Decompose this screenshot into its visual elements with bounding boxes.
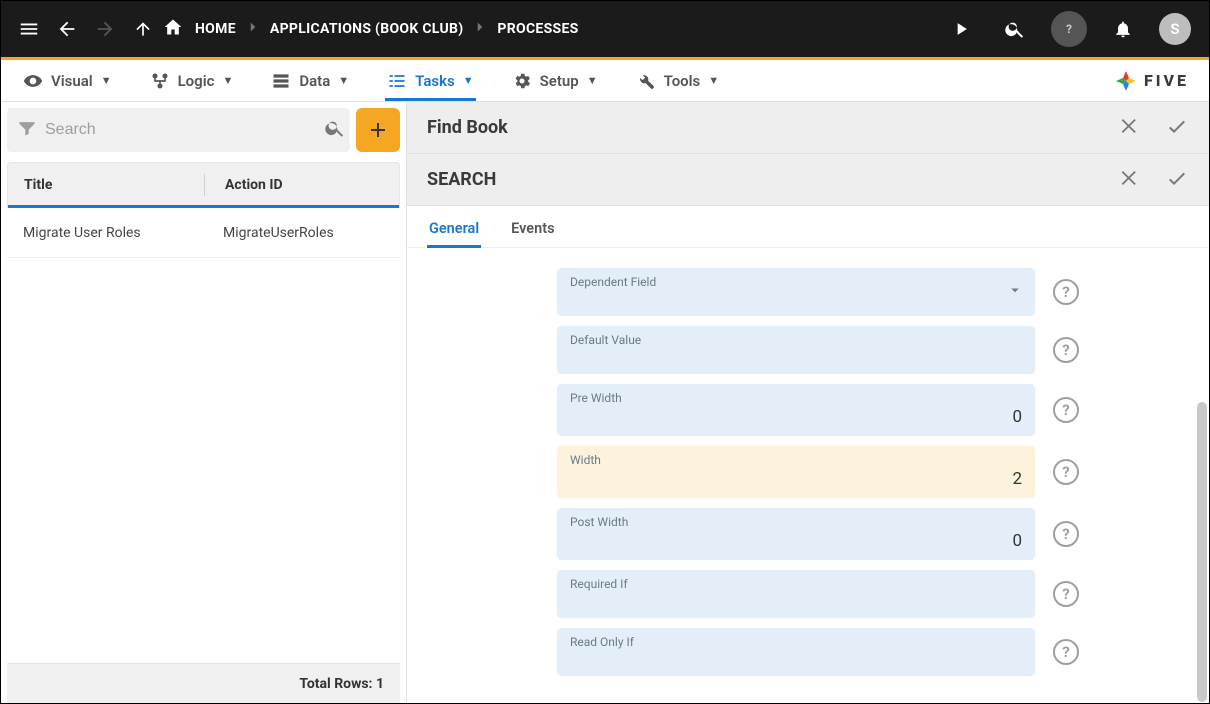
field-label: Required If	[570, 577, 1022, 591]
field-label: Width	[570, 453, 1022, 467]
top-bar: HOME APPLICATIONS (BOOK CLUB) PROCESSES …	[1, 1, 1209, 57]
help-icon[interactable]: ?	[1053, 337, 1079, 363]
list-panel: Title Action ID Migrate User Roles Migra…	[1, 102, 407, 703]
field-label: Pre Width	[570, 391, 1022, 405]
chevron-down-icon[interactable]	[1006, 281, 1024, 303]
tab-label: Setup	[540, 72, 579, 90]
up-icon[interactable]	[125, 11, 161, 47]
chevron-right-icon	[471, 18, 489, 40]
field-label: Default Value	[570, 333, 1022, 347]
help-icon[interactable]: ?	[1053, 397, 1079, 423]
table-row[interactable]: Migrate User Roles MigrateUserRoles	[7, 208, 400, 258]
close-icon[interactable]	[1119, 115, 1141, 141]
brand-text: FIVE	[1144, 71, 1189, 90]
crumb-home[interactable]: HOME	[195, 21, 236, 37]
help-icon[interactable]: ?	[1053, 459, 1079, 485]
chevron-right-icon	[244, 18, 262, 40]
field-default-value[interactable]: Default Value	[557, 326, 1035, 374]
table-footer: Total Rows: 1	[7, 663, 400, 703]
total-rows: Total Rows: 1	[299, 676, 384, 692]
crumb-app[interactable]: APPLICATIONS (BOOK CLUB)	[270, 21, 464, 37]
field-value: 0	[570, 407, 1022, 427]
panel-header-1: Find Book	[407, 102, 1209, 154]
nav-tabs: Visual▼ Logic▼ Data▼ Tasks▼ Setup▼ Tools…	[1, 60, 1209, 102]
subtab-events[interactable]: Events	[509, 210, 556, 247]
cell-title: Migrate User Roles	[7, 225, 203, 241]
help-icon[interactable]: ?	[1053, 581, 1079, 607]
detail-panel: Find Book SEARCH General Events Dependen…	[407, 102, 1209, 703]
tab-tasks[interactable]: Tasks▼	[385, 62, 475, 100]
tab-setup[interactable]: Setup▼	[510, 62, 600, 100]
forward-icon	[87, 11, 123, 47]
back-icon[interactable]	[49, 11, 85, 47]
help-icon[interactable]: ?	[1053, 279, 1079, 305]
close-icon[interactable]	[1119, 167, 1141, 193]
subtab-general[interactable]: General	[427, 210, 481, 247]
search-input[interactable]	[43, 120, 318, 140]
home-icon[interactable]	[163, 17, 183, 41]
tab-logic[interactable]: Logic▼	[148, 62, 236, 100]
search-icon[interactable]	[997, 11, 1033, 47]
tab-tools[interactable]: Tools▼	[634, 62, 722, 100]
field-label: Post Width	[570, 515, 1022, 529]
tab-label: Tools	[664, 72, 701, 90]
col-action[interactable]: Action ID	[205, 177, 283, 193]
col-title[interactable]: Title	[8, 177, 204, 193]
brand-logo: FIVE	[1114, 69, 1189, 93]
scrollbar[interactable]	[1197, 402, 1207, 702]
tab-visual[interactable]: Visual▼	[21, 62, 114, 100]
breadcrumb: HOME APPLICATIONS (BOOK CLUB) PROCESSES	[163, 17, 579, 41]
field-label: Read Only If	[570, 635, 1022, 649]
table-header: Title Action ID	[7, 162, 400, 208]
menu-icon[interactable]	[11, 11, 47, 47]
help-icon[interactable]: ?	[1053, 639, 1079, 665]
field-value: 2	[570, 469, 1022, 489]
panel-header-2: SEARCH	[407, 154, 1209, 206]
panel-title-1: Find Book	[427, 117, 1119, 138]
svg-text:?: ?	[1066, 22, 1072, 36]
search-icon[interactable]	[324, 117, 346, 143]
help-icon[interactable]: ?	[1053, 521, 1079, 547]
tab-label: Tasks	[415, 72, 455, 90]
tab-label: Data	[299, 72, 330, 90]
tab-data[interactable]: Data▼	[269, 62, 351, 100]
cell-action: MigrateUserRoles	[203, 225, 334, 241]
form-area: Dependent Field ? Default Value ? Pre Wi…	[407, 248, 1209, 703]
field-post-width[interactable]: Post Width 0	[557, 508, 1035, 560]
field-required-if[interactable]: Required If	[557, 570, 1035, 618]
field-value: 0	[570, 531, 1022, 551]
check-icon[interactable]	[1165, 114, 1189, 142]
field-width[interactable]: Width 2	[557, 446, 1035, 498]
field-pre-width[interactable]: Pre Width 0	[557, 384, 1035, 436]
tab-label: Logic	[178, 72, 215, 90]
panel-title-2: SEARCH	[427, 169, 1119, 190]
main-area: Title Action ID Migrate User Roles Migra…	[1, 102, 1209, 703]
field-label: Dependent Field	[570, 275, 1022, 289]
sub-tabs: General Events	[407, 206, 1209, 248]
field-dependent[interactable]: Dependent Field	[557, 268, 1035, 316]
avatar[interactable]: S	[1159, 13, 1191, 45]
bell-icon[interactable]	[1105, 11, 1141, 47]
tab-label: Visual	[51, 72, 93, 90]
help-icon[interactable]: ?	[1051, 11, 1087, 47]
play-icon[interactable]	[943, 11, 979, 47]
crumb-page[interactable]: PROCESSES	[497, 21, 578, 37]
filter-icon[interactable]	[17, 118, 37, 142]
field-read-only-if[interactable]: Read Only If	[557, 628, 1035, 676]
add-button[interactable]	[356, 108, 400, 152]
check-icon[interactable]	[1165, 166, 1189, 194]
